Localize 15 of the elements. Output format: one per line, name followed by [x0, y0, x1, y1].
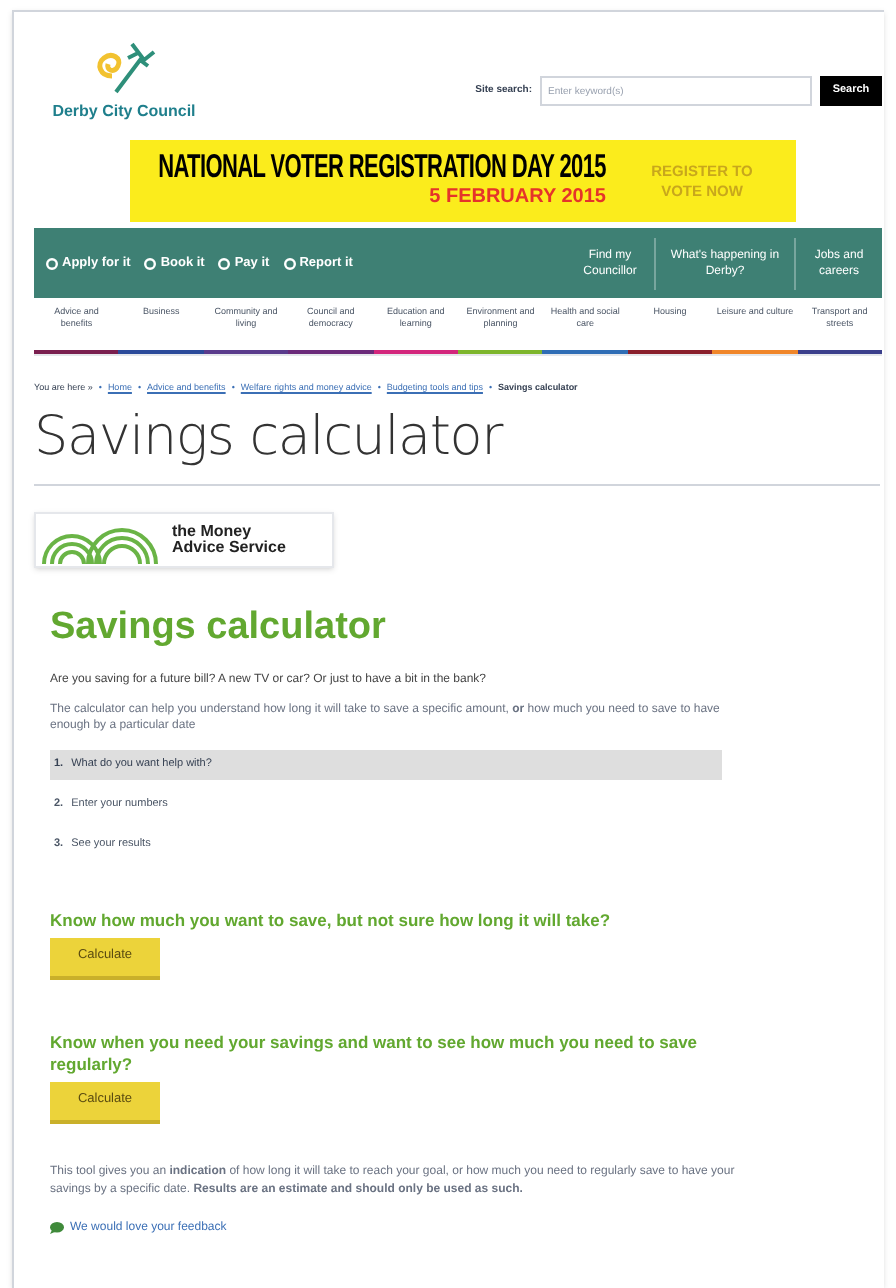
calculator-title: Savings calculator: [50, 603, 388, 652]
circle-icon: [218, 257, 231, 269]
logo-text: the Money: [172, 523, 254, 540]
circle-icon: [283, 257, 296, 269]
option-heading: Know when you need your savings and want to see how much you need to save regularly?: [50, 1031, 700, 1076]
option-heading: Know how much you want to save, but not sure how long it will take?: [50, 909, 613, 932]
circle-icon: [46, 257, 58, 269]
banner-headline: NATIONAL VOTER REGISTRATION DAY 2015: [158, 147, 606, 188]
page-title: Savings calculator: [34, 403, 506, 472]
circle-icon: [144, 257, 157, 269]
banner-date: 5 FEBRUARY 2015: [429, 186, 606, 210]
logo-text: Advice Service: [172, 539, 286, 556]
speech-bubble-icon: [50, 1222, 64, 1235]
partner-logo[interactable]: the Money Advice Service: [34, 511, 334, 568]
logo-text: Derby City Council: [52, 100, 196, 124]
